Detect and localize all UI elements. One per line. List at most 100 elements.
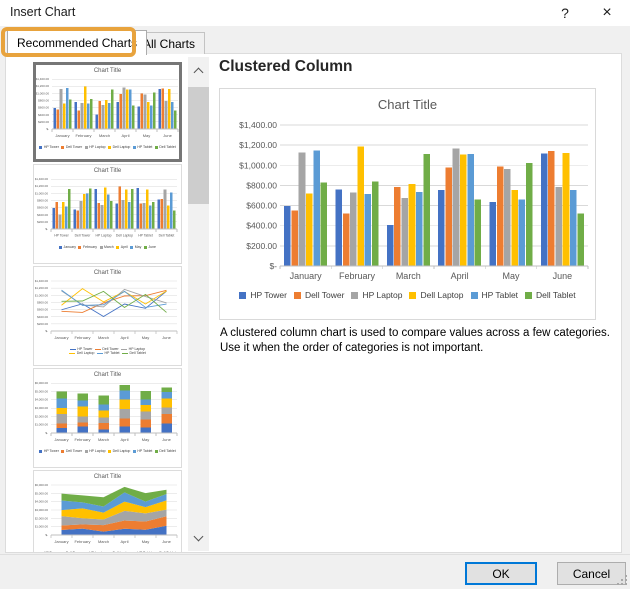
- svg-text:May: May: [142, 335, 150, 340]
- chart-thumbnail-clustered-column[interactable]: Chart Title $- $200.00 $400.00 $600.00 $800.0…: [33, 62, 182, 162]
- svg-text:March: March: [98, 539, 109, 544]
- svg-text:June: June: [162, 335, 171, 340]
- svg-text:$2,000.00: $2,000.00: [35, 516, 48, 520]
- svg-text:$4,000.00: $4,000.00: [35, 398, 48, 402]
- legend-item: May: [130, 245, 141, 249]
- close-icon[interactable]: ×: [586, 0, 628, 26]
- svg-text:April: April: [120, 539, 128, 544]
- legend-item: Dell Tower: [61, 551, 82, 552]
- thumbnail-scrollbar[interactable]: [188, 57, 209, 551]
- svg-text:$400.00: $400.00: [37, 315, 48, 319]
- svg-text:$200.00: $200.00: [38, 120, 49, 124]
- svg-text:April: April: [120, 437, 128, 442]
- svg-text:$1,000.00: $1,000.00: [35, 525, 48, 529]
- svg-text:$5,000.00: $5,000.00: [35, 491, 48, 495]
- legend-item: HP Tower: [39, 551, 59, 552]
- svg-text:January: January: [54, 437, 68, 442]
- svg-text:$-: $-: [45, 431, 48, 435]
- scrollbar-thumb[interactable]: [188, 87, 209, 204]
- legend-item: HP Tower: [239, 290, 287, 300]
- legend: HP TowerDell TowerHP LaptopDell LaptopHP…: [34, 449, 181, 453]
- svg-text:June: June: [163, 133, 172, 138]
- svg-text:HP Tablet: HP Tablet: [138, 233, 153, 237]
- insert-chart-dialog: Insert Chart ? × Recommended Charts All …: [0, 0, 630, 589]
- svg-text:May: May: [502, 271, 520, 281]
- svg-text:$1,000.00: $1,000.00: [36, 91, 49, 95]
- svg-text:$800.00: $800.00: [38, 98, 49, 102]
- resize-grip[interactable]: [615, 574, 628, 587]
- chart-thumbnail-clustered-column-by-product[interactable]: Chart Title $- $200.00 $400.00 $600.00 $800.0…: [33, 164, 182, 264]
- thumbnail-chart: $- $1,000.00 $2,000.00 $3,000.00 $4,000.00 $5…: [35, 381, 178, 442]
- svg-text:Dell Tablet: Dell Tablet: [159, 233, 175, 237]
- tab-content-panel: Chart Title $- $200.00 $400.00 $600.00 $800.0…: [5, 53, 622, 553]
- title-bar: Insert Chart ? ×: [0, 0, 630, 26]
- legend-item: Dell Laptop: [409, 290, 464, 300]
- svg-text:$1,000.00: $1,000.00: [239, 160, 277, 170]
- svg-text:$200.00: $200.00: [246, 241, 277, 251]
- svg-text:$1,000.00: $1,000.00: [35, 191, 48, 195]
- legend-item: Dell Tablet: [154, 551, 176, 552]
- svg-text:$800.00: $800.00: [246, 180, 277, 190]
- legend-item: March: [99, 245, 114, 249]
- svg-text:February: February: [339, 271, 376, 281]
- svg-text:$6,000.00: $6,000.00: [35, 381, 48, 385]
- svg-text:May: May: [142, 539, 150, 544]
- help-icon[interactable]: ?: [544, 0, 586, 26]
- svg-text:February: February: [74, 539, 90, 544]
- chart-description: A clustered column chart is used to comp…: [220, 327, 610, 355]
- legend: Dell Laptop HP Tablet Dell Tablet: [34, 351, 181, 355]
- tab-recommended-charts[interactable]: Recommended Charts: [7, 30, 148, 55]
- svg-text:HP Tower: HP Tower: [54, 233, 69, 237]
- svg-text:$-: $-: [45, 533, 48, 537]
- svg-text:$1,400.00: $1,400.00: [36, 77, 49, 81]
- clustered-column-chart: $- $200.00 $400.00 $600.00 $800.00 $1,000.00 $…: [239, 120, 589, 281]
- svg-text:$-: $-: [269, 261, 277, 271]
- legend-item: Dell Tower: [61, 145, 82, 149]
- legend-item: Dell Laptop: [108, 449, 130, 453]
- svg-text:January: January: [54, 335, 68, 340]
- svg-text:$3,000.00: $3,000.00: [35, 508, 48, 512]
- svg-text:HP Laptop: HP Laptop: [96, 233, 112, 237]
- scroll-up-button[interactable]: [188, 57, 209, 84]
- legend-item: Dell Laptop: [69, 351, 94, 355]
- chart-thumbnail-line-chart[interactable]: Chart Title $- $200.00 $400.00 $600.00 $800.0…: [33, 266, 182, 366]
- chart-thumbnail-stacked-area[interactable]: Chart Title $- $1,000.00 $2,000.00 $3,000.00…: [33, 470, 182, 552]
- chevron-up-icon: [193, 67, 204, 77]
- svg-text:Dell Tower: Dell Tower: [75, 233, 92, 237]
- svg-text:$400.00: $400.00: [37, 213, 48, 217]
- svg-text:$200.00: $200.00: [37, 220, 48, 224]
- svg-text:$800.00: $800.00: [37, 300, 48, 304]
- chart-preview: Chart Title $- $200.00 $400.00 $600.00 $800.…: [219, 88, 596, 320]
- legend-item: HP Tablet: [132, 145, 152, 149]
- svg-text:$1,200.00: $1,200.00: [35, 286, 48, 290]
- chart-title: Chart Title: [377, 97, 438, 112]
- svg-text:January: January: [290, 271, 323, 281]
- svg-text:February: February: [75, 133, 91, 138]
- svg-text:June: June: [553, 271, 573, 281]
- svg-text:$1,200.00: $1,200.00: [36, 84, 49, 88]
- chevron-down-icon: [193, 531, 204, 541]
- svg-text:February: February: [74, 335, 90, 340]
- svg-text:March: March: [99, 133, 110, 138]
- legend-item: Dell Tablet: [525, 290, 576, 300]
- legend-item: Dell Tower: [61, 449, 82, 453]
- svg-text:April: April: [451, 271, 469, 281]
- legend-item: Dell Tower: [293, 290, 344, 300]
- svg-text:$400.00: $400.00: [38, 113, 49, 117]
- legend-item: HP Laptop: [84, 145, 106, 149]
- ok-button[interactable]: OK: [465, 562, 537, 585]
- scroll-down-button[interactable]: [188, 524, 209, 551]
- legend: HP TowerDell TowerHP LaptopDell LaptopHP…: [36, 145, 179, 149]
- dialog-footer: OK Cancel: [0, 554, 630, 589]
- svg-text:$-: $-: [45, 227, 48, 231]
- svg-text:June: June: [162, 437, 171, 442]
- thumbnail-chart-title: Chart Title: [93, 168, 122, 174]
- svg-text:April: April: [121, 133, 129, 138]
- svg-text:$3,000.00: $3,000.00: [35, 406, 48, 410]
- svg-text:February: February: [74, 437, 90, 442]
- svg-text:March: March: [98, 335, 109, 340]
- legend-item: February: [78, 245, 97, 249]
- svg-text:$1,200.00: $1,200.00: [35, 184, 48, 188]
- chart-thumbnail-stacked-column[interactable]: Chart Title $- $1,000.00 $2,000.00 $3,000.00…: [33, 368, 182, 468]
- chart-type-thumbnail-list: Chart Title $- $200.00 $400.00 $600.00 $800.0…: [33, 62, 186, 552]
